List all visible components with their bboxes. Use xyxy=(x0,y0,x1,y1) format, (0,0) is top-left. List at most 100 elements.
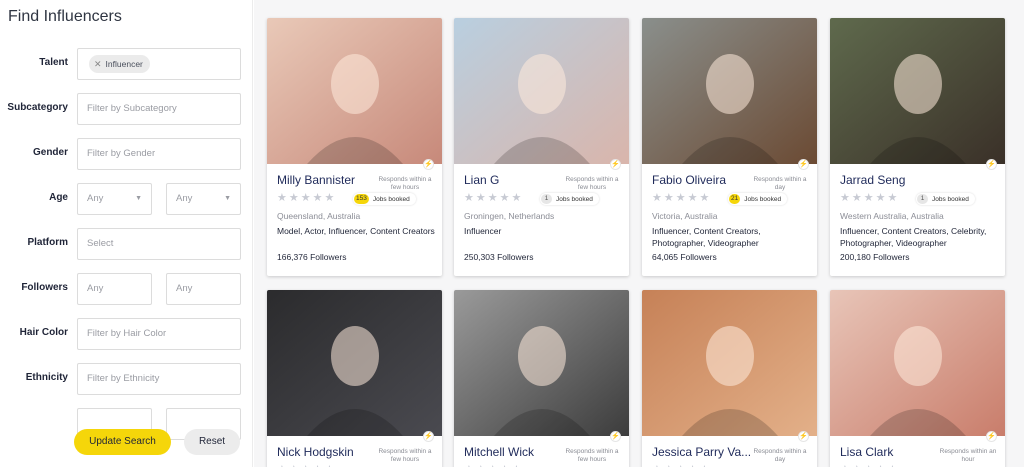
chip-remove-icon[interactable]: ✕ xyxy=(94,59,102,69)
star-icon: ★ xyxy=(863,192,874,204)
influencer-card[interactable]: ⚡ Fabio Oliveira Responds within a day ★ ★ ★ ★… xyxy=(642,18,817,276)
filter-row-hair-color: Hair Color Filter by Hair Color xyxy=(0,318,252,350)
star-icon: ★ xyxy=(487,192,498,204)
reset-button[interactable]: Reset xyxy=(184,429,240,455)
age-min-select[interactable]: Any ▼ xyxy=(77,183,152,215)
jobs-booked-badge: 1 Jobs booked xyxy=(540,193,599,205)
response-time: Responds within an hour xyxy=(939,448,997,463)
response-time: Responds within a few hours xyxy=(565,176,619,191)
influencer-name[interactable]: Fabio Oliveira xyxy=(652,173,756,187)
influencer-categories: Influencer, Content Creators, Celebrity,… xyxy=(840,226,987,248)
filter-row-platform: Platform Select xyxy=(0,228,252,260)
influencer-photo[interactable] xyxy=(454,18,629,164)
age-max-select[interactable]: Any ▼ xyxy=(166,183,241,215)
lightning-bolt-icon: ⚡ xyxy=(423,159,434,170)
followers-label: Followers xyxy=(21,282,68,293)
influencer-name[interactable]: Milly Bannister xyxy=(277,173,381,187)
jobs-label: Jobs booked xyxy=(372,195,410,203)
influencer-name[interactable]: Jessica Parry Va... xyxy=(652,445,756,459)
jobs-label: Jobs booked xyxy=(744,195,782,203)
filter-row-talent: Talent ✕ Influencer xyxy=(0,48,252,80)
star-icon: ★ xyxy=(663,192,674,204)
influencer-categories: Influencer, Content Creators, Photograph… xyxy=(652,226,761,248)
star-icon: ★ xyxy=(464,192,474,204)
influencer-photo[interactable] xyxy=(642,18,817,164)
jobs-count: 153 xyxy=(354,194,369,204)
influencer-grid: ⚡ Milly Bannister Responds within a few ho… xyxy=(254,0,1024,467)
response-time: Responds within a few hours xyxy=(378,176,432,191)
influencer-location: Victoria, Australia xyxy=(652,211,718,221)
influencer-location: Groningen, Netherlands xyxy=(464,211,555,221)
lightning-bolt-icon: ⚡ xyxy=(986,431,997,442)
star-icon: ★ xyxy=(499,192,510,204)
influencer-name[interactable]: Nick Hodgskin xyxy=(277,445,381,459)
talent-chip-label: Influencer xyxy=(105,59,143,69)
influencer-location: Western Australia, Australia xyxy=(840,211,944,221)
influencer-card[interactable]: ⚡ Lian G Responds within a few hours ★ ★ ★ ★ ★ 1… xyxy=(454,18,629,276)
page: Find Influencers Talent ✕ Influencer Subc… xyxy=(0,0,1024,467)
talent-input[interactable]: ✕ Influencer xyxy=(77,48,241,80)
subcategory-label: Subcategory xyxy=(7,102,68,113)
influencer-photo[interactable] xyxy=(454,290,629,436)
influencer-photo[interactable] xyxy=(267,290,442,436)
star-icon: ★ xyxy=(300,192,311,204)
influencer-card[interactable]: ⚡ Jarrad Seng ★ ★ ★ ★ ★ 1 Jobs booked Western Aus… xyxy=(830,18,1005,276)
influencer-name[interactable]: Lian G xyxy=(464,173,568,187)
subcategory-input[interactable]: Filter by Subcategory xyxy=(77,93,241,125)
jobs-booked-badge: 153 Jobs booked xyxy=(353,193,416,205)
influencer-card[interactable]: ⚡ Milly Bannister Responds within a few ho… xyxy=(267,18,442,276)
filter-row-gender: Gender Filter by Gender xyxy=(0,138,252,170)
page-title: Find Influencers xyxy=(8,8,122,25)
follower-count: 166,376 Followers xyxy=(277,252,347,262)
influencer-card[interactable]: ⚡Lisa ClarkResponds within an hour★★★★★ xyxy=(830,290,1005,467)
influencer-name[interactable]: Mitchell Wick xyxy=(464,445,568,459)
response-time: Responds within a few hours xyxy=(378,448,432,463)
star-icon: ★ xyxy=(277,192,287,204)
influencer-name[interactable]: Lisa Clark xyxy=(840,445,944,459)
chevron-down-icon: ▼ xyxy=(224,195,231,202)
star-icon: ★ xyxy=(699,192,710,204)
response-time: Responds within a few hours xyxy=(565,448,619,463)
gender-input[interactable]: Filter by Gender xyxy=(77,138,241,170)
influencer-card[interactable]: ⚡ Nick Hodgskin Responds within a few hour… xyxy=(267,290,442,467)
influencer-name[interactable]: Jarrad Seng xyxy=(840,173,944,187)
influencer-categories: Model, Actor, Influencer, Content Creato… xyxy=(277,226,435,236)
influencer-photo[interactable] xyxy=(830,18,1005,164)
response-time: Responds within a day xyxy=(753,448,807,463)
hair-color-input[interactable]: Filter by Hair Color xyxy=(77,318,241,350)
jobs-booked-badge: 21 Jobs booked xyxy=(728,193,788,205)
age-min-value: Any xyxy=(87,193,104,204)
follower-count: 64,065 Followers xyxy=(652,252,717,262)
follower-count: 250,303 Followers xyxy=(464,252,534,262)
influencer-card[interactable]: ⚡ Jessica Parry Va... Responds within a da… xyxy=(642,290,817,467)
ethnicity-label: Ethnicity xyxy=(25,372,68,383)
jobs-label: Jobs booked xyxy=(556,195,593,203)
influencer-photo[interactable] xyxy=(642,290,817,436)
platform-label: Platform xyxy=(27,237,68,248)
jobs-count: 1 xyxy=(541,194,552,204)
update-search-button[interactable]: Update Search xyxy=(74,429,171,455)
response-time: Responds within a day xyxy=(753,176,807,191)
talent-label: Talent xyxy=(39,57,68,68)
filter-row-subcategory: Subcategory Filter by Subcategory xyxy=(0,93,252,125)
influencer-card[interactable]: ⚡ Mitchell Wick Responds within a few hour… xyxy=(454,290,629,467)
age-max-value: Any xyxy=(176,193,193,204)
jobs-count: 1 xyxy=(917,194,928,204)
followers-min-input[interactable]: Any xyxy=(77,273,152,305)
star-icon: ★ xyxy=(324,192,335,204)
lightning-bolt-icon: ⚡ xyxy=(798,431,809,442)
star-icon: ★ xyxy=(652,192,662,204)
lightning-bolt-icon: ⚡ xyxy=(610,159,621,170)
lightning-bolt-icon: ⚡ xyxy=(798,159,809,170)
age-label: Age xyxy=(49,192,68,203)
talent-chip[interactable]: ✕ Influencer xyxy=(89,55,150,73)
star-icon: ★ xyxy=(840,192,850,204)
gender-label: Gender xyxy=(32,147,68,158)
influencer-photo[interactable] xyxy=(267,18,442,164)
hair-color-label: Hair Color xyxy=(19,327,68,338)
filter-row-ethnicity: Ethnicity Filter by Ethnicity xyxy=(0,363,252,395)
followers-max-input[interactable]: Any xyxy=(166,273,241,305)
influencer-photo[interactable] xyxy=(830,290,1005,436)
ethnicity-input[interactable]: Filter by Ethnicity xyxy=(77,363,241,395)
platform-select[interactable]: Select xyxy=(77,228,241,260)
